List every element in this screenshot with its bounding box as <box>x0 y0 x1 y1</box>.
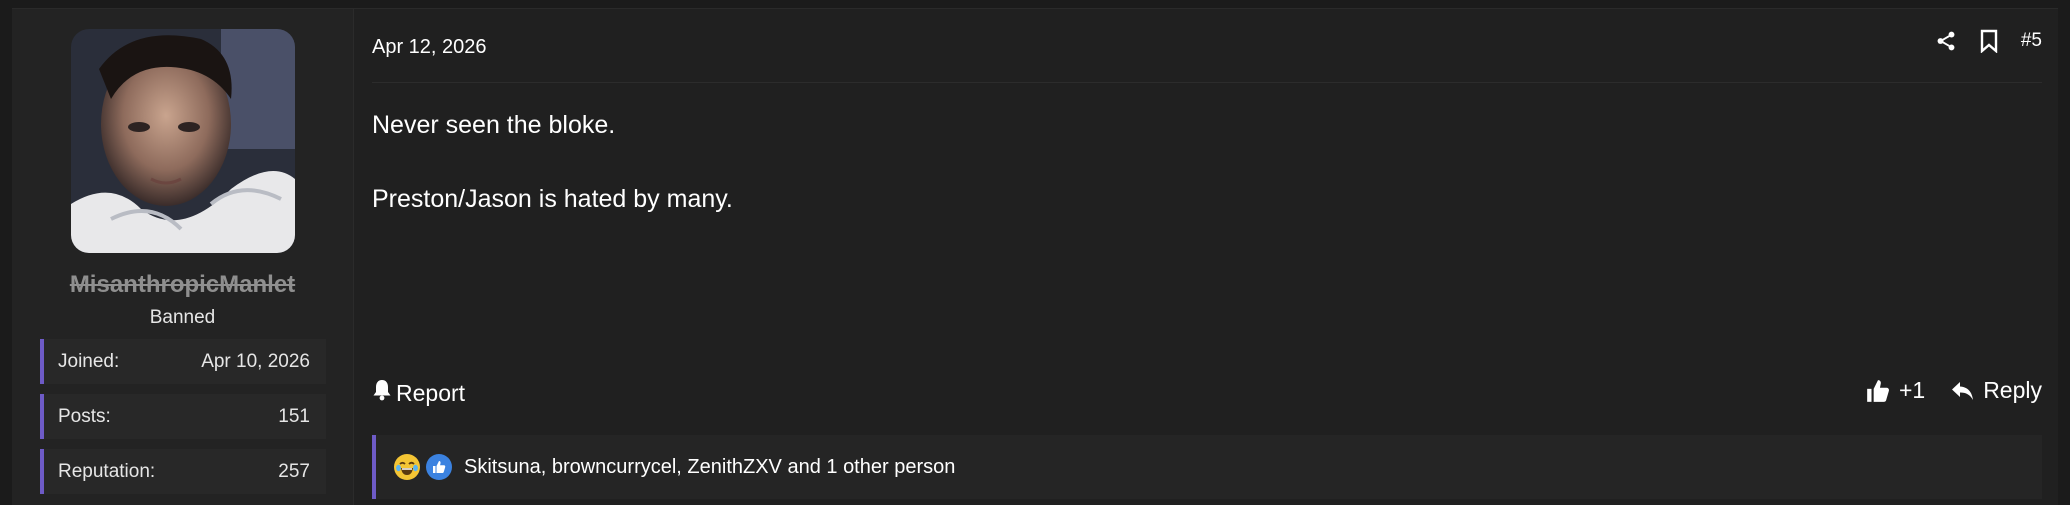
crying-laughing-emoji-icon <box>394 454 420 480</box>
report-button[interactable]: Report <box>372 379 465 407</box>
share-icon[interactable] <box>1935 30 1957 52</box>
stat-label: Reputation: <box>58 460 156 482</box>
stat-value: Apr 10, 2026 <box>201 350 310 372</box>
reply-button[interactable]: Reply <box>1951 377 2042 404</box>
post-header-actions: #5 <box>1935 29 2042 53</box>
stat-joined: Joined: Apr 10, 2026 <box>40 339 326 384</box>
stat-label: Joined: <box>58 350 120 372</box>
post-arrow <box>341 63 353 89</box>
stat-posts: Posts: 151 <box>40 394 326 439</box>
forum-post: MisanthropicManlet Banned Joined: Apr 10… <box>12 8 2058 505</box>
user-avatar[interactable] <box>71 29 295 253</box>
like-icon <box>426 454 452 480</box>
post-divider <box>372 82 2042 83</box>
reply-label: Reply <box>1983 377 2042 403</box>
bookmark-icon[interactable] <box>1979 29 1999 53</box>
post-date[interactable]: Apr 12, 2026 <box>372 36 487 59</box>
message-line: Preston/Jason is hated by many. <box>372 185 733 213</box>
like-count: +1 <box>1898 377 1926 403</box>
thumbs-up-icon <box>1867 379 1889 402</box>
report-label: Report <box>396 379 466 406</box>
stat-label: Posts: <box>58 405 111 427</box>
post-number[interactable]: #5 <box>2021 30 2042 52</box>
user-title: Banned <box>149 307 216 328</box>
username[interactable]: MisanthropicManlet <box>12 271 353 299</box>
reaction-users[interactable]: Skitsuna, browncurrycel, ZenithZXV and 1… <box>464 456 955 479</box>
avatar-image <box>71 29 295 253</box>
stat-value: 151 <box>278 405 310 427</box>
post-footer-actions: +1 Reply <box>1865 377 2042 404</box>
reply-arrow-icon <box>1952 381 1974 400</box>
bell-icon <box>372 379 392 407</box>
reactions-bar[interactable]: Skitsuna, browncurrycel, ZenithZXV and 1… <box>372 435 2042 499</box>
user-info-panel: MisanthropicManlet Banned Joined: Apr 10… <box>12 9 354 505</box>
stat-reputation: Reputation: 257 <box>40 449 326 494</box>
like-button[interactable]: +1 <box>1865 377 1925 404</box>
post-message: Never seen the bloke. Preston/Jason is h… <box>372 107 733 255</box>
stat-value: 257 <box>278 460 310 482</box>
message-line: Never seen the bloke. <box>372 111 616 139</box>
